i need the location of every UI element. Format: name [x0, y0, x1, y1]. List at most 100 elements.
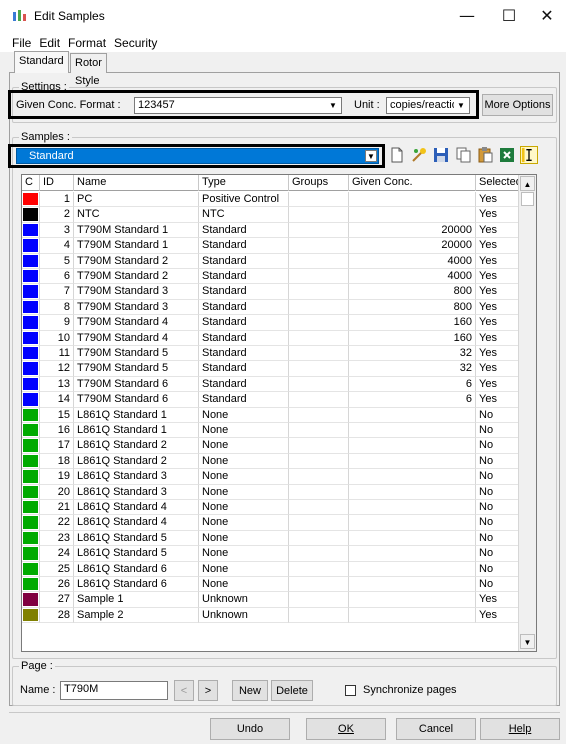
cell-name[interactable]: L861Q Standard 6: [74, 577, 199, 593]
cell-type[interactable]: Positive Control: [199, 192, 289, 208]
excel-export-icon[interactable]: [498, 146, 516, 164]
cell-color-swatch[interactable]: [22, 607, 40, 624]
cell-color-swatch[interactable]: [22, 592, 40, 608]
cell-type[interactable]: None: [199, 469, 289, 485]
cell-selected[interactable]: Yes: [476, 207, 519, 223]
cell-type[interactable]: None: [199, 453, 289, 470]
cell-selected[interactable]: No: [476, 438, 519, 454]
cell-selected[interactable]: Yes: [476, 346, 519, 362]
cell-selected[interactable]: No: [476, 407, 519, 423]
cell-type[interactable]: Standard: [199, 361, 289, 377]
cell-color-swatch[interactable]: [22, 515, 40, 531]
table-row[interactable]: 21 L861Q Standard 4 None No: [22, 500, 519, 516]
cell-color-swatch[interactable]: [22, 469, 40, 485]
cell-id[interactable]: 14: [40, 392, 74, 408]
table-row[interactable]: 2 NTC NTC Yes: [22, 207, 519, 223]
cell-type[interactable]: Unknown: [199, 592, 289, 608]
table-row[interactable]: 7 T790M Standard 3 Standard 800 Yes: [22, 284, 519, 300]
cell-id[interactable]: 26: [40, 577, 74, 593]
cell-name[interactable]: T790M Standard 5: [74, 361, 199, 377]
cell-given-conc[interactable]: 20000: [349, 238, 476, 254]
cell-selected[interactable]: Yes: [476, 253, 519, 269]
cell-selected[interactable]: Yes: [476, 222, 519, 239]
cell-given-conc[interactable]: [349, 469, 476, 485]
cell-given-conc[interactable]: [349, 438, 476, 454]
cell-groups[interactable]: [289, 515, 349, 531]
cell-name[interactable]: L861Q Standard 1: [74, 423, 199, 439]
cell-name[interactable]: T790M Standard 2: [74, 269, 199, 285]
cell-type[interactable]: None: [199, 546, 289, 562]
cell-color-swatch[interactable]: [22, 530, 40, 547]
cell-name[interactable]: Sample 1: [74, 592, 199, 608]
column-header-given-conc[interactable]: Given Conc.: [349, 175, 476, 191]
cell-type[interactable]: Standard: [199, 222, 289, 239]
table-row[interactable]: 28 Sample 2 Unknown Yes: [22, 607, 519, 624]
previous-page-button[interactable]: <: [174, 680, 194, 701]
cell-color-swatch[interactable]: [22, 238, 40, 254]
cell-name[interactable]: T790M Standard 4: [74, 315, 199, 331]
cell-name[interactable]: T790M Standard 2: [74, 253, 199, 269]
cell-type[interactable]: None: [199, 438, 289, 454]
cell-name[interactable]: L861Q Standard 2: [74, 453, 199, 470]
cell-groups[interactable]: [289, 592, 349, 608]
tab-rotor-style[interactable]: Rotor Style: [70, 53, 107, 87]
ok-button[interactable]: OK: [306, 718, 386, 740]
cell-id[interactable]: 5: [40, 253, 74, 269]
cell-id[interactable]: 2: [40, 207, 74, 223]
cell-groups[interactable]: [289, 346, 349, 362]
table-row[interactable]: 16 L861Q Standard 1 None No: [22, 423, 519, 439]
scroll-thumb[interactable]: [521, 192, 534, 206]
cell-name[interactable]: T790M Standard 3: [74, 284, 199, 300]
cell-type[interactable]: None: [199, 423, 289, 439]
cell-id[interactable]: 21: [40, 500, 74, 516]
cell-given-conc[interactable]: 800: [349, 299, 476, 316]
cell-type[interactable]: None: [199, 484, 289, 500]
cell-selected[interactable]: No: [476, 561, 519, 577]
table-row[interactable]: 8 T790M Standard 3 Standard 800 Yes: [22, 299, 519, 316]
table-row[interactable]: 25 L861Q Standard 6 None No: [22, 561, 519, 577]
cell-selected[interactable]: Yes: [476, 299, 519, 316]
cell-color-swatch[interactable]: [22, 253, 40, 269]
cell-id[interactable]: 24: [40, 546, 74, 562]
cell-name[interactable]: L861Q Standard 5: [74, 530, 199, 547]
cell-groups[interactable]: [289, 284, 349, 300]
cell-given-conc[interactable]: [349, 515, 476, 531]
cell-name[interactable]: L861Q Standard 6: [74, 561, 199, 577]
cell-groups[interactable]: [289, 469, 349, 485]
cell-groups[interactable]: [289, 207, 349, 223]
cell-color-swatch[interactable]: [22, 192, 40, 208]
cell-given-conc[interactable]: [349, 500, 476, 516]
cell-type[interactable]: None: [199, 407, 289, 423]
cell-id[interactable]: 17: [40, 438, 74, 454]
cell-color-swatch[interactable]: [22, 222, 40, 239]
cell-color-swatch[interactable]: [22, 392, 40, 408]
cell-selected[interactable]: Yes: [476, 238, 519, 254]
cell-id[interactable]: 23: [40, 530, 74, 547]
table-row[interactable]: 6 T790M Standard 2 Standard 4000 Yes: [22, 269, 519, 285]
cell-type[interactable]: Standard: [199, 284, 289, 300]
cell-type[interactable]: Standard: [199, 299, 289, 316]
cell-selected[interactable]: No: [476, 530, 519, 547]
cell-given-conc[interactable]: [349, 592, 476, 608]
cell-groups[interactable]: [289, 315, 349, 331]
cell-color-swatch[interactable]: [22, 299, 40, 316]
cell-name[interactable]: T790M Standard 4: [74, 330, 199, 346]
table-row[interactable]: 27 Sample 1 Unknown Yes: [22, 592, 519, 608]
cell-selected[interactable]: No: [476, 484, 519, 500]
synchronize-pages-checkbox[interactable]: [345, 685, 356, 696]
cell-name[interactable]: PC: [74, 192, 199, 208]
cell-groups[interactable]: [289, 361, 349, 377]
table-row[interactable]: 20 L861Q Standard 3 None No: [22, 484, 519, 500]
cell-name[interactable]: L861Q Standard 5: [74, 546, 199, 562]
cell-type[interactable]: None: [199, 530, 289, 547]
cell-id[interactable]: 27: [40, 592, 74, 608]
cell-id[interactable]: 7: [40, 284, 74, 300]
menu-file[interactable]: File: [8, 34, 35, 52]
cell-groups[interactable]: [289, 192, 349, 208]
menu-format[interactable]: Format: [64, 34, 110, 52]
cell-given-conc[interactable]: [349, 546, 476, 562]
cell-color-swatch[interactable]: [22, 269, 40, 285]
cell-groups[interactable]: [289, 376, 349, 393]
cell-color-swatch[interactable]: [22, 453, 40, 470]
cell-id[interactable]: 10: [40, 330, 74, 346]
